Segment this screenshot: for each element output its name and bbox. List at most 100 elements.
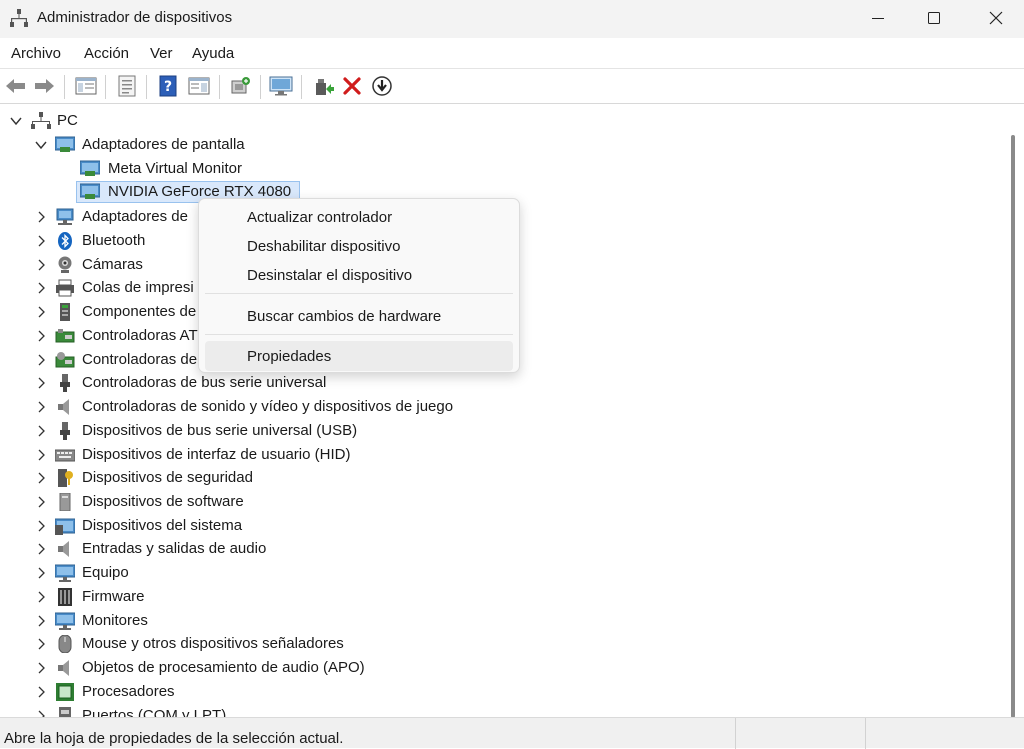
speaker-icon (58, 399, 69, 415)
tree-label: Controladoras de sonido y vídeo y dispos… (82, 398, 454, 415)
tree-category[interactable]: Dispositivos de bus serie universal (USB… (0, 419, 1000, 443)
chevron-right-icon[interactable] (34, 661, 48, 675)
ctx-item-label: Buscar cambios de hardware (247, 308, 442, 325)
port-icon (59, 707, 71, 717)
chevron-down-icon[interactable] (34, 138, 48, 152)
toolbar: ? (0, 68, 1024, 104)
tree-category[interactable]: Dispositivos de seguridad (0, 466, 1000, 490)
show-hide-tree-icon (75, 77, 97, 95)
tree-root-pc[interactable]: PC (0, 109, 1000, 133)
back-button[interactable] (3, 73, 29, 99)
chevron-right-icon[interactable] (34, 685, 48, 699)
tree-label: Dispositivos del sistema (82, 517, 243, 534)
ctx-uninstall-device[interactable]: Desinstalar el dispositivo (205, 260, 513, 290)
chevron-right-icon[interactable] (34, 566, 48, 580)
tree-category[interactable]: Equipo (0, 561, 1000, 585)
ctx-scan-hardware[interactable]: Buscar cambios de hardware (205, 301, 513, 331)
menu-ver[interactable]: Ver (150, 45, 173, 62)
tree-category[interactable]: Puertos (COM y LPT) (0, 704, 1000, 717)
close-button[interactable] (973, 0, 1019, 36)
status-text: Abre la hoja de propiedades de la selecc… (4, 730, 344, 747)
ctx-disable-device[interactable]: Deshabilitar dispositivo (205, 231, 513, 261)
monitor-scan-button[interactable] (268, 73, 294, 99)
scrollbar-thumb[interactable] (1011, 135, 1015, 718)
properties-button[interactable] (114, 73, 140, 99)
chevron-right-icon[interactable] (34, 400, 48, 414)
software-device-icon (59, 493, 71, 511)
tree-category[interactable]: Monitores (0, 609, 1000, 633)
menu-accion[interactable]: Acción (84, 45, 129, 62)
tree-label: Colas de impresi (82, 279, 194, 296)
minimize-button[interactable] (855, 0, 901, 36)
ctx-separator (205, 293, 513, 294)
chevron-right-icon[interactable] (34, 495, 48, 509)
back-icon (6, 79, 25, 93)
tree-category[interactable]: Controladoras de bus serie universal (0, 371, 1000, 395)
minimize-icon (872, 18, 884, 19)
chevron-right-icon[interactable] (34, 471, 48, 485)
maximize-button[interactable] (911, 0, 957, 36)
chevron-right-icon[interactable] (34, 258, 48, 272)
uninstall-button[interactable] (339, 73, 365, 99)
tree-label: Bluetooth (82, 232, 146, 249)
tree-category[interactable]: Mouse y otros dispositivos señaladores (0, 632, 1000, 656)
tree-category-display-adapters[interactable]: Adaptadores de pantalla (0, 133, 1000, 157)
tree-category[interactable]: Controladoras de sonido y vídeo y dispos… (0, 395, 1000, 419)
chevron-right-icon[interactable] (34, 305, 48, 319)
tree-category[interactable]: Dispositivos del sistema (0, 514, 1000, 538)
menu-bar: Archivo Acción Ver Ayuda (0, 38, 1024, 68)
chevron-right-icon[interactable] (34, 637, 48, 651)
window-title: Administrador de dispositivos (37, 9, 233, 26)
vertical-scrollbar[interactable] (1001, 105, 1024, 718)
update-driver-button[interactable] (310, 73, 336, 99)
status-cell (735, 718, 736, 749)
tree-label: Componentes de (82, 303, 197, 320)
scan-hardware-button[interactable] (228, 73, 254, 99)
chevron-right-icon[interactable] (34, 353, 48, 367)
tree-label: Objetos de procesamiento de audio (APO) (82, 659, 365, 676)
chevron-right-icon[interactable] (34, 614, 48, 628)
computer-icon (55, 564, 75, 582)
tree-category[interactable]: Dispositivos de software (0, 490, 1000, 514)
tree-label: PC (57, 112, 78, 129)
chevron-right-icon[interactable] (34, 519, 48, 533)
chevron-right-icon[interactable] (34, 542, 48, 556)
chevron-right-icon[interactable] (34, 709, 48, 717)
chevron-right-icon[interactable] (34, 281, 48, 295)
status-bar: Abre la hoja de propiedades de la selecc… (0, 717, 1024, 749)
display-adapter-icon (55, 136, 75, 152)
disable-device-button[interactable] (369, 73, 395, 99)
help-button[interactable]: ? (155, 73, 181, 99)
tree-category[interactable]: Entradas y salidas de audio (0, 537, 1000, 561)
tree-category[interactable]: Procesadores (0, 680, 1000, 704)
chevron-right-icon[interactable] (34, 448, 48, 462)
tree-device-meta-virtual-monitor[interactable]: Meta Virtual Monitor (0, 157, 1000, 181)
chevron-right-icon[interactable] (34, 424, 48, 438)
chevron-down-icon[interactable] (9, 114, 23, 128)
audio-processing-icon (58, 660, 69, 676)
tree-label: Dispositivos de seguridad (82, 469, 253, 486)
tree-category[interactable]: Dispositivos de interfaz de usuario (HID… (0, 443, 1000, 467)
tree-label: Controladoras AT (82, 327, 198, 344)
help-icon: ? (159, 75, 177, 97)
ctx-update-driver[interactable]: Actualizar controlador (205, 202, 513, 232)
ctx-separator (205, 334, 513, 335)
chevron-right-icon[interactable] (34, 329, 48, 343)
chevron-right-icon[interactable] (34, 376, 48, 390)
chevron-right-icon[interactable] (34, 590, 48, 604)
menu-archivo[interactable]: Archivo (11, 45, 61, 62)
show-hide-tree-button[interactable] (73, 73, 99, 99)
forward-button[interactable] (31, 73, 57, 99)
chevron-right-icon[interactable] (34, 210, 48, 224)
tree-label: Puertos (COM y LPT) (82, 707, 227, 717)
tree-category[interactable]: Objetos de procesamiento de audio (APO) (0, 656, 1000, 680)
monitor-scan-icon (269, 76, 293, 96)
chevron-right-icon[interactable] (34, 234, 48, 248)
usb-controller-icon (60, 374, 70, 392)
ctx-properties[interactable]: Propiedades (205, 341, 513, 371)
ctx-item-label: Actualizar controlador (247, 209, 393, 226)
menu-ayuda[interactable]: Ayuda (192, 45, 234, 62)
action-pane-button[interactable] (186, 73, 212, 99)
tree-category[interactable]: Firmware (0, 585, 1000, 609)
tree-label: Firmware (82, 588, 145, 605)
